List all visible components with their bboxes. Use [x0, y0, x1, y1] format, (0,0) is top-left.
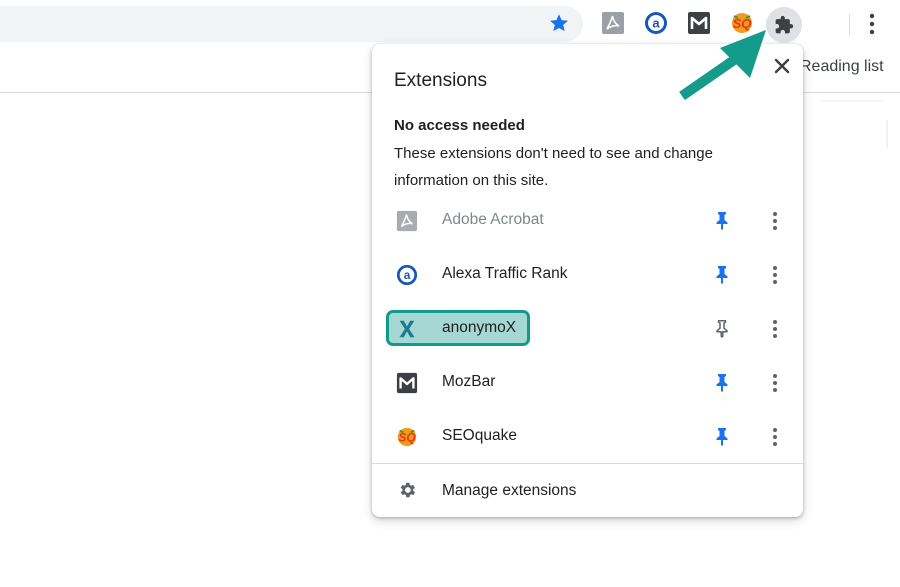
extension-row-adobe-acrobat[interactable]: Adobe Acrobat [372, 193, 803, 247]
adobe-acrobat-icon [396, 210, 418, 232]
gear-icon [400, 482, 416, 498]
extension-row-seoquake[interactable]: SQ SEOquake [372, 409, 803, 463]
reading-list-button[interactable]: Reading list [800, 58, 884, 76]
more-options-icon[interactable] [765, 318, 785, 340]
pin-icon[interactable] [712, 426, 732, 446]
page-edge-decor-vertical [886, 120, 888, 148]
extension-name: MozBar [442, 373, 496, 390]
puzzle-icon [775, 15, 794, 34]
more-options-icon[interactable] [765, 372, 785, 394]
star-icon[interactable] [548, 12, 570, 34]
extension-name: SEOquake [442, 427, 517, 444]
more-options-icon[interactable] [765, 210, 785, 232]
alexa-icon: a [396, 264, 418, 286]
pin-icon[interactable] [712, 210, 732, 230]
more-options-icon[interactable] [765, 426, 785, 448]
svg-text:a: a [652, 16, 660, 31]
mozbar-icon [396, 372, 418, 394]
unpinned-pin-icon[interactable] [712, 318, 732, 338]
extension-name: Alexa Traffic Rank [442, 265, 568, 282]
kebab-menu-icon[interactable] [862, 11, 882, 37]
extension-name: Adobe Acrobat [442, 211, 544, 228]
manage-extensions-label: Manage extensions [442, 482, 577, 499]
manage-extensions-button[interactable]: Manage extensions [372, 464, 803, 516]
extension-name: anonymoX [442, 319, 517, 336]
more-options-icon[interactable] [765, 264, 785, 286]
extension-row-anonymox[interactable]: anonymoX [372, 301, 803, 355]
extension-row-mozbar[interactable]: MozBar [372, 355, 803, 409]
svg-text:a: a [404, 268, 411, 282]
popup-title: Extensions [394, 70, 487, 91]
adobe-acrobat-icon[interactable] [601, 11, 625, 35]
toolbar-separator [849, 14, 850, 36]
pin-icon[interactable] [712, 372, 732, 392]
section-heading: No access needed [394, 117, 525, 134]
extension-row-alexa-traffic-rank[interactable]: a Alexa Traffic Rank [372, 247, 803, 301]
omnibox[interactable] [0, 6, 583, 42]
svg-text:SQ: SQ [398, 431, 416, 445]
extensions-popup: Extensions No access needed These extens… [372, 44, 803, 517]
section-description: These extensions don't need to see and c… [394, 145, 713, 189]
alexa-icon[interactable]: a [644, 11, 668, 35]
seoquake-icon: SQ [397, 427, 416, 447]
page-edge-decor [820, 100, 884, 102]
pin-icon[interactable] [712, 264, 732, 284]
anonymox-icon [399, 320, 415, 338]
annotation-arrow [679, 30, 766, 101]
